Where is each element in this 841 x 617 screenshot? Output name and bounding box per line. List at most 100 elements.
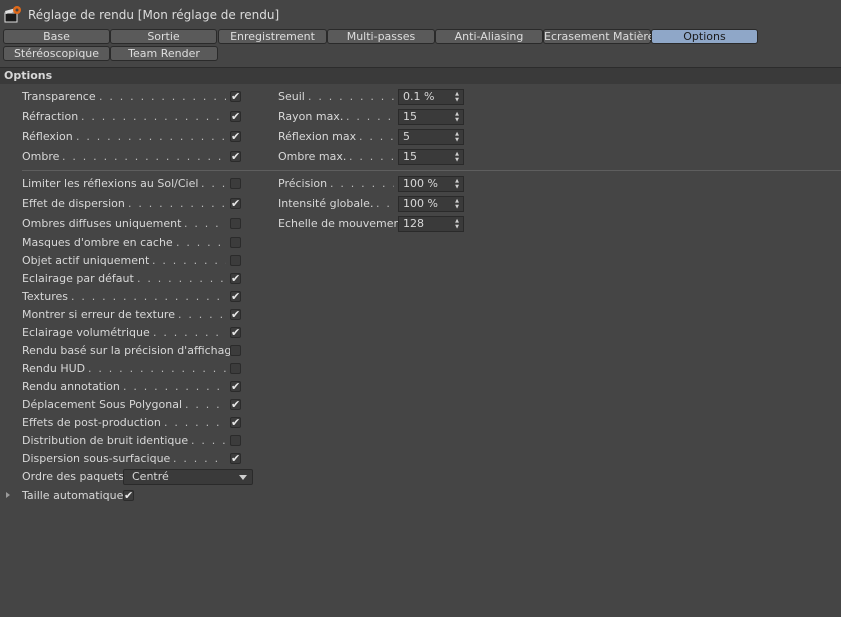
option-row: Limiter les réflexions au Sol/Ciel. . . … (22, 177, 252, 191)
field-row: Seuil. . . . . . . . . . . . . . . . . .… (278, 90, 396, 104)
option-checkbox[interactable]: ✔ (230, 91, 241, 102)
field-value: 5 (403, 130, 410, 143)
option-checkbox[interactable]: ✔ (230, 111, 241, 122)
option-row: Eclairage volumétrique. . . . . . . . . … (22, 326, 252, 340)
spin-arrows-icon[interactable]: ▲ ▼ (454, 178, 460, 190)
checkmark-icon: ✔ (231, 272, 241, 285)
option-checkbox[interactable]: ✔ (230, 399, 241, 410)
chevron-down-icon (239, 475, 247, 480)
tab-5[interactable]: Ecrasement Matière (543, 29, 654, 44)
option-label: Effet de dispersion (22, 197, 125, 210)
option-checkbox[interactable]: ✔ (230, 198, 241, 209)
tab-8[interactable]: Team Render (110, 46, 218, 61)
option-label: Transparence (22, 90, 96, 103)
window-title: Réglage de rendu [Mon réglage de rendu] (28, 8, 280, 22)
leader-dots: . . . . . . . . . . . . . . . . . . . . … (173, 452, 226, 465)
arrow-down-icon[interactable]: ▼ (454, 117, 460, 123)
section-header-options: Options (0, 68, 841, 84)
option-checkbox[interactable]: ✔ (230, 273, 241, 284)
option-row: Réfraction. . . . . . . . . . . . . . . … (22, 110, 252, 124)
field-label: Intensité globale. (278, 197, 374, 210)
leader-dots: . . . . . . . . . . . . . . . . . . . . … (99, 90, 226, 103)
option-checkbox[interactable]: ✔ (230, 309, 241, 320)
option-row: Distribution de bruit identique. . . . .… (22, 434, 252, 448)
checkmark-icon: ✔ (231, 452, 241, 465)
leader-dots: . . . . . . . . . . . . . . . . . . . . … (71, 290, 226, 303)
tab-1[interactable]: Sortie (110, 29, 217, 44)
option-row: Transparence. . . . . . . . . . . . . . … (22, 90, 252, 104)
spin-arrows-icon[interactable]: ▲ ▼ (454, 131, 460, 143)
ordre-paquets-dropdown[interactable]: Centré (123, 469, 253, 485)
option-checkbox[interactable] (230, 345, 241, 356)
field-value: 100 % (403, 177, 438, 190)
option-row: Rendu annotation. . . . . . . . . . . . … (22, 380, 252, 394)
spin-arrows-icon[interactable]: ▲ ▼ (454, 198, 460, 210)
option-checkbox[interactable] (230, 237, 241, 248)
leader-dots: . . . . . . . . . . . . . . . . . . . . … (137, 272, 226, 285)
option-checkbox[interactable]: ✔ (230, 151, 241, 162)
option-checkbox[interactable]: ✔ (230, 453, 241, 464)
option-checkbox[interactable]: ✔ (230, 327, 241, 338)
option-row: Ombre. . . . . . . . . . . . . . . . . .… (22, 150, 252, 164)
arrow-down-icon[interactable]: ▼ (454, 184, 460, 190)
tab-7[interactable]: Stéréoscopique (3, 46, 110, 61)
option-label: Déplacement Sous Polygonal (22, 398, 183, 411)
field-input[interactable]: 0.1 % ▲ ▼ (398, 89, 464, 105)
option-row: Dispersion sous-surfacique. . . . . . . … (22, 452, 252, 466)
arrow-down-icon[interactable]: ▼ (454, 204, 460, 210)
arrow-down-icon[interactable]: ▼ (454, 97, 460, 103)
taille-auto-checkbox[interactable]: ✔ (123, 490, 134, 501)
leader-dots: . . . . . . . . . . . . . . . . . . . . … (346, 110, 394, 123)
option-checkbox[interactable]: ✔ (230, 381, 241, 392)
tab-3[interactable]: Multi-passes (327, 29, 435, 44)
tab-4[interactable]: Anti-Aliasing (435, 29, 543, 44)
expand-triangle-icon[interactable] (6, 492, 10, 498)
field-input[interactable]: 100 % ▲ ▼ (398, 176, 464, 192)
tab-6[interactable]: Options (651, 29, 758, 44)
field-input[interactable]: 15 ▲ ▼ (398, 109, 464, 125)
option-checkbox[interactable] (230, 218, 241, 229)
option-checkbox[interactable]: ✔ (230, 417, 241, 428)
checkmark-icon: ✔ (231, 130, 241, 143)
tab-2[interactable]: Enregistrement (218, 29, 327, 44)
spin-arrows-icon[interactable]: ▲ ▼ (454, 91, 460, 103)
option-label: Réflexion (22, 130, 73, 143)
field-value: 128 (403, 217, 424, 230)
option-checkbox[interactable] (230, 435, 241, 446)
option-checkbox[interactable]: ✔ (230, 131, 241, 142)
arrow-down-icon[interactable]: ▼ (454, 224, 460, 230)
option-label: Objet actif uniquement (22, 254, 150, 267)
arrow-down-icon[interactable]: ▼ (454, 137, 460, 143)
option-checkbox[interactable]: ✔ (230, 291, 241, 302)
spin-arrows-icon[interactable]: ▲ ▼ (454, 218, 460, 230)
leader-dots: . . . . . . . . . . . . . . . . . . . . … (153, 326, 226, 339)
spin-arrows-icon[interactable]: ▲ ▼ (454, 111, 460, 123)
option-checkbox[interactable] (230, 255, 241, 266)
option-label: Montrer si erreur de texture (22, 308, 175, 321)
option-checkbox[interactable] (230, 363, 241, 374)
field-input[interactable]: 15 ▲ ▼ (398, 149, 464, 165)
option-label: Ombre (22, 150, 60, 163)
option-label: Masques d'ombre en cache (22, 236, 173, 249)
tab-0[interactable]: Base (3, 29, 110, 44)
leader-dots: . . . . . . . . . . . . . . . . . . . . … (88, 362, 226, 375)
arrow-down-icon[interactable]: ▼ (454, 157, 460, 163)
option-label: Dispersion sous-surfacique (22, 452, 171, 465)
leader-dots: . . . . . . . . . . . . . . . . . . . . … (330, 177, 394, 190)
checkmark-icon: ✔ (231, 290, 241, 303)
field-row: Echelle de mouvement. . . . . . . . . . … (278, 217, 405, 231)
taille-auto-label: Taille automatique (22, 489, 124, 502)
field-input[interactable]: 5 ▲ ▼ (398, 129, 464, 145)
leader-dots: . . . . . . . . . . . . . . . . . . . . … (359, 130, 394, 143)
spin-arrows-icon[interactable]: ▲ ▼ (454, 151, 460, 163)
leader-dots: . . . . . . . . . . . . . . . . . . . . … (184, 217, 226, 230)
field-input[interactable]: 100 % ▲ ▼ (398, 196, 464, 212)
leader-dots: . . . . . . . . . . . . . . . . . . . . … (201, 177, 226, 190)
leader-dots: . . . . . . . . . . . . . . . . . . . . … (123, 380, 226, 393)
leader-dots: . . . . . . . . . . . . . . . . . . . . … (178, 308, 226, 321)
option-checkbox[interactable] (230, 178, 241, 189)
field-row: Intensité globale.. . . . . . . . . . . … (278, 197, 396, 211)
leader-dots: . . . . . . . . . . . . . . . . . . . . … (164, 416, 226, 429)
field-label: Ombre max. (278, 150, 347, 163)
field-input[interactable]: 128 ▲ ▼ (398, 216, 464, 232)
